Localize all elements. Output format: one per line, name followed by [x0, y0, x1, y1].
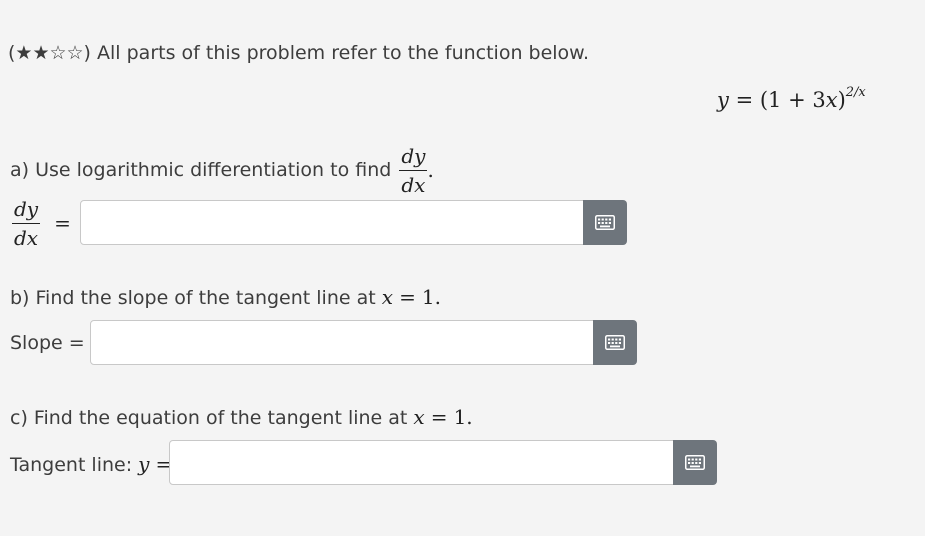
- part-c-var: x: [413, 405, 425, 429]
- part-a-answer-den: dx: [12, 222, 41, 250]
- function-display: y = (1 + 3x)2/x: [717, 85, 866, 112]
- problem-page: (★★☆☆) All parts of this problem refer t…: [0, 0, 925, 536]
- tangent-line-label-text: Tangent line:: [10, 454, 133, 476]
- part-a-prompt: a) Use logarithmic differentiation to fi…: [10, 140, 434, 200]
- part-a-frac-den: dx: [399, 169, 428, 197]
- part-a-keyboard-button[interactable]: [583, 200, 627, 245]
- part-a-answer-fraction: dy dx: [12, 196, 41, 250]
- keyboard-icon: [685, 455, 705, 470]
- keyboard-icon: [595, 215, 615, 230]
- difficulty-rating: (★★☆☆): [8, 42, 91, 64]
- part-c-prompt: c) Find the equation of the tangent line…: [10, 405, 473, 429]
- part-b-prompt-text: b) Find the slope of the tangent line at: [10, 287, 376, 309]
- function-base-close: ): [837, 88, 846, 112]
- slope-input[interactable]: [90, 320, 594, 365]
- tangent-line-label: Tangent line: y =: [10, 452, 172, 476]
- part-c-eq: =: [430, 405, 448, 429]
- part-a-prompt-text: a) Use logarithmic differentiation to fi…: [10, 159, 392, 181]
- tangent-line-var: y: [138, 452, 150, 476]
- function-base-x: x: [825, 88, 838, 112]
- part-c-prompt-text: c) Find the equation of the tangent line…: [10, 407, 408, 429]
- part-b-keyboard-button[interactable]: [593, 320, 637, 365]
- function-eq: =: [735, 88, 754, 112]
- part-b-var: x: [381, 285, 394, 309]
- part-a-period: .: [427, 158, 434, 182]
- part-b-eq: =: [399, 285, 416, 309]
- slope-label: Slope =: [10, 332, 85, 354]
- function-base-open: (1 + 3: [759, 88, 826, 112]
- part-c-value: 1.: [453, 405, 473, 429]
- tangent-line-input[interactable]: [169, 440, 674, 485]
- part-c-keyboard-button[interactable]: [673, 440, 717, 485]
- part-a-fraction: dy dx: [399, 143, 428, 197]
- function-exponent: 2/x: [845, 85, 866, 100]
- part-a-answer-num: dy: [14, 196, 39, 221]
- function-lhs: y: [717, 88, 729, 112]
- intro-text: All parts of this problem refer to the f…: [97, 42, 590, 64]
- part-b-value: 1.: [421, 285, 441, 309]
- part-a-answer-input[interactable]: [80, 200, 584, 245]
- intro-line: (★★☆☆) All parts of this problem refer t…: [8, 42, 589, 64]
- part-a-answer-eq: =: [54, 211, 71, 235]
- part-a-answer-label: dy dx =: [12, 196, 71, 250]
- keyboard-icon: [605, 335, 625, 350]
- part-a-frac-num: dy: [401, 143, 426, 168]
- part-b-prompt: b) Find the slope of the tangent line at…: [10, 285, 441, 309]
